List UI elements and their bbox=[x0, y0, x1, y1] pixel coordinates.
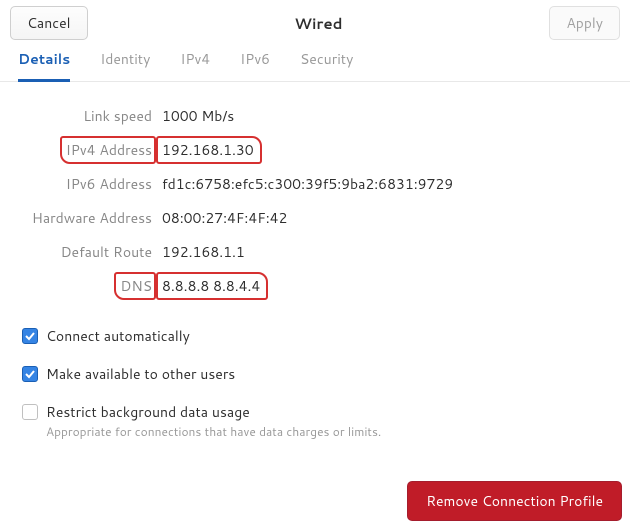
value-hardware-address: 08:00:27:4F:4F:42 bbox=[162, 208, 608, 228]
checkbox-row-restrict: Restrict background data usage Appropria… bbox=[22, 402, 608, 440]
value-ipv6-address: fd1c:6758:efc5:c300:39f5:9ba2:6831:9729 bbox=[162, 174, 608, 194]
label-connect-auto: Connect automatically bbox=[46, 326, 190, 346]
checkbox-connect-auto[interactable] bbox=[22, 328, 38, 344]
label-hardware-address: Hardware Address bbox=[22, 208, 152, 228]
cancel-button[interactable]: Cancel bbox=[10, 6, 88, 40]
check-icon bbox=[24, 330, 36, 342]
label-default-route: Default Route bbox=[22, 242, 152, 262]
label-share: Make available to other users bbox=[46, 364, 235, 384]
details-panel: Link speed 1000 Mb/s IPv4 Address 192.16… bbox=[0, 82, 630, 468]
checkbox-row-auto: Connect automatically bbox=[22, 326, 608, 346]
value-dns: 8.8.8.8 8.8.4.4 bbox=[162, 276, 608, 296]
info-table: Link speed 1000 Mb/s IPv4 Address 192.16… bbox=[22, 106, 608, 296]
dialog-header: Cancel Wired Apply bbox=[0, 0, 630, 46]
tab-ipv4[interactable]: IPv4 bbox=[180, 49, 210, 82]
tab-details[interactable]: Details bbox=[18, 49, 70, 82]
remove-profile-button[interactable]: Remove Connection Profile bbox=[407, 481, 622, 521]
label-ipv4-address: IPv4 Address bbox=[22, 140, 152, 160]
sublabel-restrict: Appropriate for connections that have da… bbox=[46, 423, 381, 440]
label-restrict: Restrict background data usage bbox=[46, 402, 381, 422]
value-ipv4-address: 192.168.1.30 bbox=[162, 140, 608, 160]
dialog-title: Wired bbox=[294, 13, 342, 34]
checkbox-share[interactable] bbox=[22, 366, 38, 382]
checkbox-restrict[interactable] bbox=[22, 404, 38, 420]
dialog-footer: Remove Connection Profile bbox=[407, 481, 622, 521]
label-ipv6-address: IPv6 Address bbox=[22, 174, 152, 194]
label-link-speed: Link speed bbox=[22, 106, 152, 126]
tab-bar: Details Identity IPv4 IPv6 Security bbox=[0, 46, 630, 82]
value-link-speed: 1000 Mb/s bbox=[162, 106, 608, 126]
checkbox-row-share: Make available to other users bbox=[22, 364, 608, 384]
tab-ipv6[interactable]: IPv6 bbox=[240, 49, 270, 82]
check-icon bbox=[24, 368, 36, 380]
tab-identity[interactable]: Identity bbox=[100, 49, 150, 82]
value-default-route: 192.168.1.1 bbox=[162, 242, 608, 262]
tab-security[interactable]: Security bbox=[300, 49, 353, 82]
apply-button[interactable]: Apply bbox=[549, 6, 620, 40]
label-dns: DNS bbox=[22, 276, 152, 296]
